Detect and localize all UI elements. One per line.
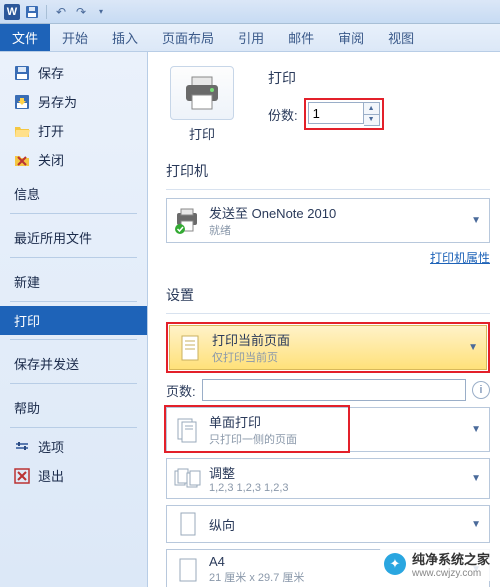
paper-icon [173,556,201,584]
tab-file[interactable]: 文件 [0,24,50,51]
range-main: 打印当前页面 [212,330,458,349]
copies-label: 份数: [268,105,298,124]
separator [166,313,490,314]
printer-status-icon [173,207,201,235]
sidebar-item-label: 选项 [38,437,64,456]
sidebar-separator [10,213,137,214]
printer-properties-link[interactable]: 打印机属性 [430,251,490,265]
chevron-down-icon: ▼ [469,519,483,530]
range-sub: 仅打印当前页 [212,349,458,365]
watermark-text: 纯净系统之家 [412,549,490,568]
sidebar-item-label: 打开 [38,121,64,140]
watermark: ✦ 纯净系统之家 www.cwjzy.com [380,547,494,581]
undo-icon[interactable]: ↶ [53,4,69,20]
orientation-main: 纵向 [209,515,461,534]
settings-section-label: 设置 [166,285,490,305]
spinner-up-icon[interactable]: ▲ [364,103,379,115]
printer-select[interactable]: 发送至 OneNote 2010 就绪 ▼ [166,198,490,243]
sidebar-item-options[interactable]: 选项 [0,432,147,461]
pages-label: 页数: [166,381,196,400]
print-panel: 打印 打印 份数: ▲▼ 打印机 发送至 OneNote 2010 [148,52,500,587]
close-icon [14,152,30,168]
printer-icon [182,75,222,111]
sidebar-separator [10,383,137,384]
watermark-url: www.cwjzy.com [412,568,490,579]
print-title: 打印 [268,68,384,88]
sidebar-heading-info[interactable]: 信息 [0,174,147,209]
sidebar-heading-send[interactable]: 保存并发送 [0,344,147,379]
sidebar-heading-recent[interactable]: 最近所用文件 [0,218,147,253]
sidebar-item-label: 关闭 [38,150,64,169]
sidebar-item-label: 打印 [14,311,40,330]
tab-layout[interactable]: 页面布局 [150,24,226,51]
sidebar-item-save[interactable]: 保存 [0,58,147,87]
tab-insert[interactable]: 插入 [100,24,150,51]
collate-select[interactable]: 调整 1,2,3 1,2,3 1,2,3 ▼ [166,458,490,499]
sidebar-item-open[interactable]: 打开 [0,116,147,145]
copies-input[interactable] [308,102,364,124]
collate-sub: 1,2,3 1,2,3 1,2,3 [209,482,461,494]
chevron-down-icon: ▼ [469,473,483,484]
chevron-down-icon: ▼ [466,342,480,353]
options-icon [14,439,30,455]
redo-icon[interactable]: ↷ [73,4,89,20]
sidebar-item-label: 退出 [38,466,64,485]
range-highlight: 打印当前页面 仅打印当前页 ▼ [166,322,490,373]
page-icon [176,334,204,362]
print-button-label: 打印 [166,124,238,143]
orientation-select[interactable]: 纵向 ▼ [166,505,490,543]
printer-section-label: 打印机 [166,161,490,181]
copies-spinner[interactable]: ▲▼ [364,102,380,126]
tab-references[interactable]: 引用 [226,24,276,51]
sidebar-item-print[interactable]: 打印 [0,306,147,335]
sidebar-separator [10,339,137,340]
pages-info-icon[interactable]: i [472,381,490,399]
tab-view[interactable]: 视图 [376,24,426,51]
open-icon [14,123,30,139]
sidebar-item-label: 保存 [38,63,64,82]
sidebar-item-exit[interactable]: 退出 [0,461,147,490]
duplex-select[interactable]: 单面打印 只打印一侧的页面 ▼ [166,407,490,452]
title-bar: W ↶ ↷ ▾ [0,0,500,24]
collate-icon [173,465,201,493]
copies-highlight: ▲▼ [304,98,384,130]
ribbon-tabs: 文件 开始 插入 页面布局 引用 邮件 审阅 视图 [0,24,500,52]
printer-name: 发送至 OneNote 2010 [209,203,461,222]
save-icon [14,65,30,81]
app-icon: W [4,4,20,20]
separator [166,189,490,190]
sidebar-heading-new[interactable]: 新建 [0,262,147,297]
sidebar-item-saveas[interactable]: 另存为 [0,87,147,116]
sidebar-separator [10,257,137,258]
save-qat-icon[interactable] [24,4,40,20]
print-range-select[interactable]: 打印当前页面 仅打印当前页 ▼ [169,325,487,370]
spinner-down-icon[interactable]: ▼ [364,115,379,126]
chevron-down-icon: ▼ [469,215,483,226]
qat-separator [46,5,47,19]
sidebar-heading-help[interactable]: 帮助 [0,388,147,423]
duplex-main: 单面打印 [209,412,461,431]
sidebar-item-label: 另存为 [38,92,77,111]
sidebar-separator [10,301,137,302]
orientation-icon [173,510,201,538]
qat-dropdown-icon[interactable]: ▾ [93,4,109,20]
tab-review[interactable]: 审阅 [326,24,376,51]
printer-status: 就绪 [209,222,461,238]
sidebar-item-close[interactable]: 关闭 [0,145,147,174]
tab-mail[interactable]: 邮件 [276,24,326,51]
print-button[interactable] [170,66,234,120]
backstage-sidebar: 保存 另存为 打开 关闭 信息 最近所用文件 新建 打印 保存并发送 帮助 选项 [0,52,148,587]
collate-main: 调整 [209,463,461,482]
watermark-icon: ✦ [384,553,406,575]
duplex-icon [173,416,201,444]
chevron-down-icon: ▼ [469,424,483,435]
exit-icon [14,468,30,484]
sidebar-separator [10,427,137,428]
saveas-icon [14,94,30,110]
tab-home[interactable]: 开始 [50,24,100,51]
pages-input[interactable] [202,379,466,401]
duplex-sub: 只打印一侧的页面 [209,431,461,447]
